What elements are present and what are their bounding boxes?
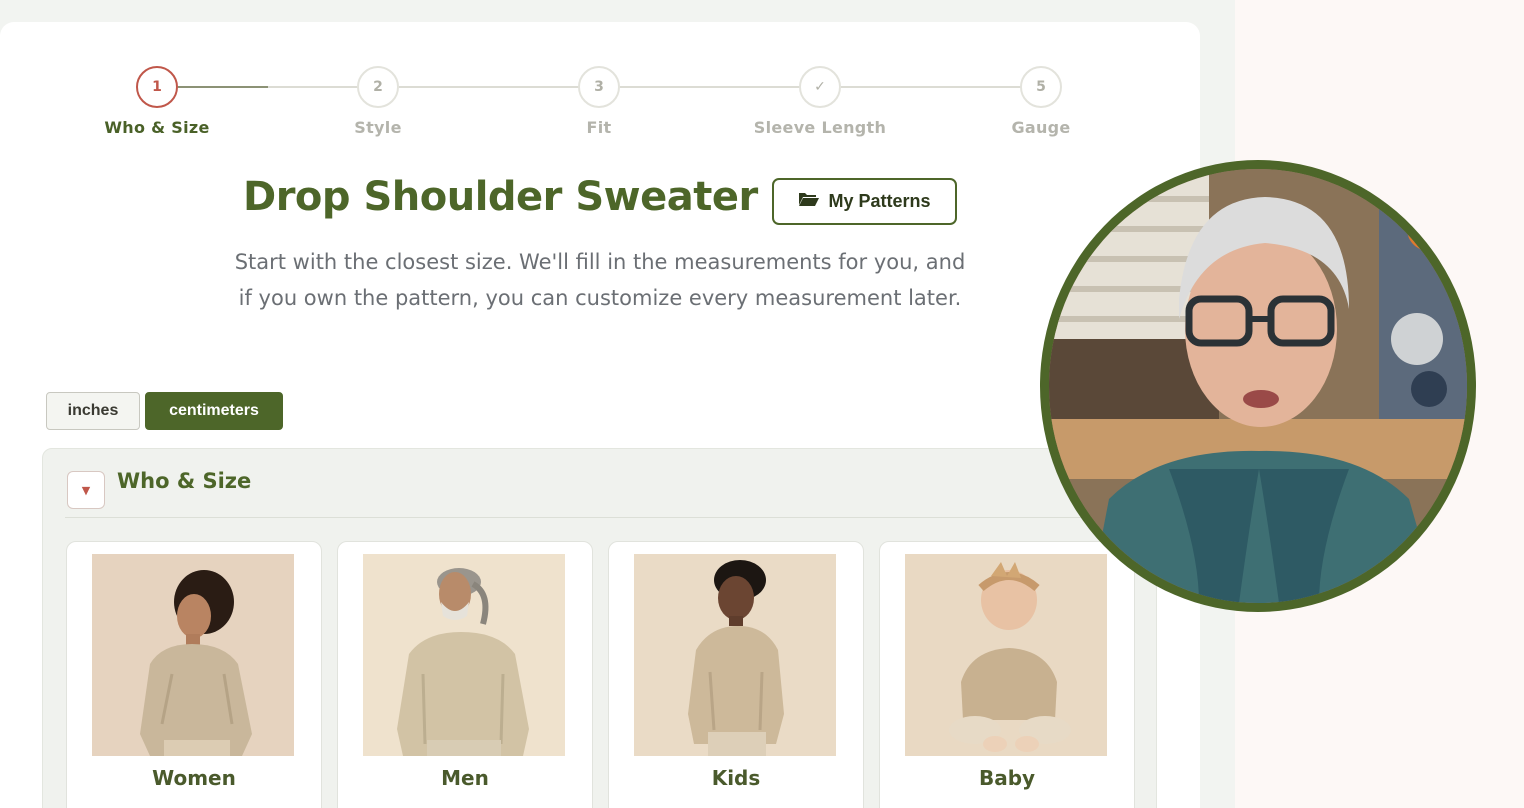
kids-photo (634, 554, 836, 756)
step-label: Style (354, 118, 402, 137)
sweater-builder-card: 1 Who & Size 2 Style 3 Fit ✓ Sleeve Leng… (0, 22, 1200, 808)
caret-down-icon: ▼ (81, 483, 91, 497)
option-card-women[interactable]: Women (66, 541, 322, 808)
option-label: Women (152, 766, 236, 790)
subtitle-line: if you own the pattern, you can customiz… (238, 286, 962, 310)
step-number: 3 (578, 66, 620, 108)
presenter-video (1040, 160, 1476, 612)
section-divider (65, 517, 1134, 518)
option-card-baby[interactable]: Baby (879, 541, 1135, 808)
step-style[interactable]: 2 Style (298, 66, 458, 137)
step-number: 1 (136, 66, 178, 108)
step-label: Who & Size (104, 118, 210, 137)
step-gauge[interactable]: 5 Gauge (961, 66, 1121, 137)
baby-photo (905, 554, 1107, 756)
men-photo (363, 554, 565, 756)
page-subtitle: Start with the closest size. We'll fill … (150, 244, 1050, 316)
subtitle-line: Start with the closest size. We'll fill … (234, 250, 966, 274)
step-label: Fit (586, 118, 612, 137)
folder-open-icon (798, 191, 820, 212)
step-fit[interactable]: 3 Fit (519, 66, 679, 137)
option-card-kids[interactable]: Kids (608, 541, 864, 808)
unit-centimeters-button[interactable]: centimeters (145, 392, 283, 430)
option-label: Men (441, 766, 489, 790)
option-label: Kids (711, 766, 761, 790)
page-title: Drop Shoulder Sweater (243, 174, 758, 220)
step-check-icon: ✓ (799, 66, 841, 108)
option-card-men[interactable]: Men (337, 541, 593, 808)
collapse-button[interactable]: ▼ (67, 471, 105, 509)
unit-inches-button[interactable]: inches (46, 392, 140, 430)
progress-stepper: 1 Who & Size 2 Style 3 Fit ✓ Sleeve Leng… (0, 22, 1200, 162)
who-size-section: ▼ Who & Size Women Men Kids Baby (42, 448, 1157, 808)
option-label: Baby (978, 766, 1036, 790)
step-label: Sleeve Length (753, 118, 887, 137)
step-number: 2 (357, 66, 399, 108)
my-patterns-label: My Patterns (828, 191, 931, 211)
section-title: Who & Size (117, 469, 252, 493)
step-who-size[interactable]: 1 Who & Size (77, 66, 237, 137)
step-sleeve-length[interactable]: ✓ Sleeve Length (740, 66, 900, 137)
my-patterns-button[interactable]: My Patterns (772, 178, 957, 225)
step-number: 5 (1020, 66, 1062, 108)
step-label: Gauge (1011, 118, 1071, 137)
women-photo (92, 554, 294, 756)
